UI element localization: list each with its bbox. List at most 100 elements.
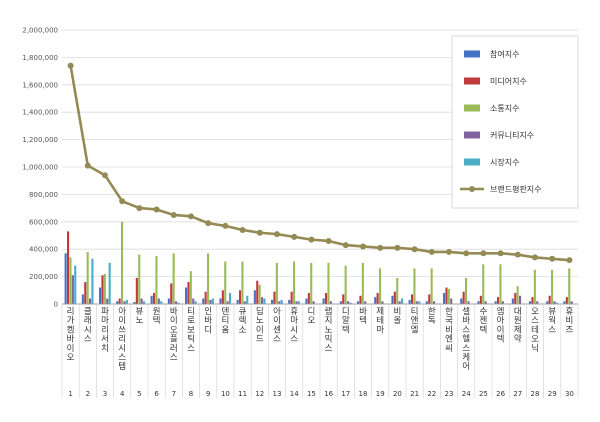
bar: [418, 301, 421, 304]
bar: [256, 280, 259, 304]
bar: [325, 293, 328, 304]
brand-reputation-chart: 0 200,000 400,000 600,000 800,000 1,000,000 1,…: [22, 27, 579, 398]
bar: [376, 293, 379, 304]
bar: [329, 301, 332, 304]
bar: [278, 301, 281, 304]
bar: [568, 268, 571, 304]
legend-box: [451, 35, 579, 209]
bar: [280, 299, 283, 304]
bar: [357, 301, 360, 304]
bar: [74, 265, 77, 304]
x-index-label: 15: [307, 390, 316, 398]
bar: [84, 282, 87, 304]
x-index-label: 8: [189, 390, 193, 398]
bar: [246, 295, 249, 304]
bar: [271, 299, 274, 304]
bar: [408, 299, 411, 304]
bar: [226, 301, 229, 304]
line-point: [136, 205, 143, 212]
bar: [236, 299, 239, 304]
x-category-label: 바텍: [359, 306, 367, 326]
bar: [153, 293, 156, 304]
bar: [533, 269, 536, 304]
bar: [101, 275, 104, 304]
bar: [71, 275, 74, 304]
bar: [175, 301, 178, 304]
bar: [477, 301, 480, 304]
y-tick-label: 2,000,000: [22, 27, 58, 35]
bar: [86, 251, 89, 304]
line-point: [377, 244, 384, 251]
x-index-label: 16: [324, 390, 333, 398]
line-point: [308, 236, 315, 243]
bar: [103, 273, 106, 304]
bar: [511, 298, 514, 304]
bar: [551, 269, 554, 304]
bar: [172, 253, 175, 304]
bar: [91, 258, 94, 304]
x-index-label: 5: [137, 390, 141, 398]
bar: [202, 298, 205, 304]
bar: [138, 254, 141, 304]
x-index-label: 26: [496, 390, 505, 398]
bar: [391, 295, 394, 304]
line-point: [205, 220, 212, 227]
x-index-label: 25: [479, 390, 488, 398]
bar: [401, 298, 404, 304]
y-tick-label: 200,000: [29, 273, 58, 281]
line-point: [239, 227, 246, 234]
bar: [297, 301, 300, 304]
bar: [339, 301, 342, 304]
bar: [160, 301, 163, 304]
x-category-label: 수젠텍: [479, 307, 487, 335]
bar: [379, 268, 382, 304]
bar: [433, 301, 436, 304]
x-category-label: 아이쓰리시스템: [118, 306, 126, 372]
bar: [239, 290, 242, 304]
bar: [465, 277, 468, 304]
x-index-label: 9: [206, 390, 210, 398]
bar: [273, 291, 276, 304]
x-category-label: 대원제약: [514, 307, 522, 345]
line-point: [342, 242, 349, 249]
bar: [224, 261, 227, 304]
bar: [482, 264, 485, 304]
x-category-label: 엠아이텍: [497, 306, 505, 345]
bar: [261, 297, 264, 304]
bar: [263, 298, 266, 304]
bar: [396, 277, 399, 304]
x-category-label: 뷰노: [135, 307, 143, 326]
bar: [69, 257, 72, 304]
bar: [99, 287, 102, 304]
bar: [347, 301, 350, 304]
bar: [546, 301, 549, 304]
bar: [211, 298, 214, 304]
x-category-label: 인바디: [204, 306, 212, 335]
bar: [519, 295, 522, 304]
x-category-label: 뷰웍스: [548, 307, 556, 335]
bar: [189, 271, 192, 304]
bar: [450, 298, 453, 304]
line-point: [153, 206, 160, 213]
bar: [143, 301, 146, 304]
bar: [398, 301, 401, 304]
line-point: [256, 229, 263, 236]
bar: [293, 261, 296, 304]
bar: [295, 301, 298, 304]
bar: [241, 261, 244, 304]
bar: [108, 262, 111, 304]
bar: [167, 298, 170, 304]
bar: [288, 299, 291, 304]
bar: [290, 291, 293, 304]
bar: [150, 295, 153, 304]
line-point: [119, 198, 126, 205]
x-category-label: 클래시스: [84, 307, 92, 345]
bar: [157, 298, 160, 304]
x-category-label: 휴마시스: [290, 307, 298, 345]
line-point: [394, 244, 401, 251]
bar: [364, 301, 367, 304]
x-index-label: 29: [548, 390, 557, 398]
line-point: [549, 255, 556, 262]
bar: [381, 301, 384, 304]
bar: [553, 301, 556, 304]
